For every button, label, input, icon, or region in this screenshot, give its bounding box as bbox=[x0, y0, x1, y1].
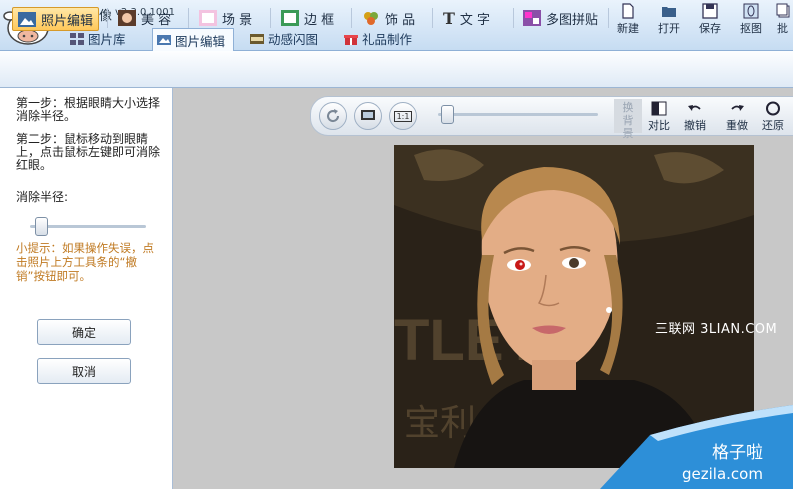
accessory-icon bbox=[364, 12, 378, 25]
undo-label: 撤销 bbox=[684, 119, 706, 132]
redo-icon bbox=[731, 105, 744, 111]
restore-icon bbox=[766, 101, 780, 116]
toolbar-item-label: 美 容 bbox=[141, 12, 172, 28]
save-label: 保存 bbox=[699, 22, 721, 35]
batch-icon bbox=[776, 3, 789, 18]
redo-button[interactable]: 重做 bbox=[717, 101, 757, 133]
toolbar-divider bbox=[608, 8, 609, 28]
toolbar-photo-edit[interactable]: 照片编辑 bbox=[12, 7, 100, 31]
tab-gift[interactable]: 礼品制作 bbox=[340, 28, 420, 49]
toolbar-beauty[interactable]: 美 容 bbox=[113, 7, 176, 29]
toolbar-divider bbox=[270, 8, 271, 28]
radius-slider-thumb[interactable] bbox=[35, 217, 49, 236]
save-icon bbox=[702, 3, 718, 19]
toolbar-scene[interactable]: 场 景 bbox=[194, 7, 257, 29]
tab-label: 图片库 bbox=[88, 32, 126, 47]
batch-button[interactable]: 批 bbox=[772, 3, 793, 36]
toolbar-item-label: 边 框 bbox=[304, 12, 335, 28]
fit-screen-button[interactable] bbox=[354, 102, 382, 130]
radius-slider[interactable] bbox=[30, 217, 146, 236]
compare-label: 对比 bbox=[648, 119, 670, 132]
swap-bg-label: 换背景 bbox=[622, 101, 634, 140]
collage-icon bbox=[523, 10, 541, 26]
restore-button[interactable]: 还原 bbox=[759, 101, 787, 133]
undo-button[interactable]: 撤销 bbox=[675, 101, 715, 133]
toolbar-item-label: 多图拼贴 bbox=[546, 12, 599, 28]
hint-text: 小提示：如果操作失误，点击照片上方工具条的“撤销”按钮即可。 bbox=[16, 241, 154, 283]
restore-label: 还原 bbox=[762, 119, 784, 132]
batch-label: 批 bbox=[777, 22, 788, 35]
library-icon bbox=[70, 32, 84, 45]
tab-label: 动感闪图 bbox=[268, 32, 319, 47]
gift-icon bbox=[344, 34, 358, 45]
open-label: 打开 bbox=[658, 22, 680, 35]
toolbar-item-label: 场 景 bbox=[222, 12, 253, 28]
photo-icon bbox=[18, 11, 36, 27]
undo-icon bbox=[688, 105, 701, 111]
toolbar-item-label: 文 字 bbox=[459, 12, 491, 28]
new-label: 新建 bbox=[617, 22, 639, 35]
badge-url: gezila.com bbox=[682, 465, 763, 483]
toolbar-item-label: 照片编辑 bbox=[41, 13, 94, 29]
badge-title: 格子啦 bbox=[712, 443, 763, 463]
toolbar-text[interactable]: T 文 字 bbox=[438, 7, 495, 29]
toolbar-accessory[interactable]: 饰 品 bbox=[357, 7, 420, 29]
monitor-icon bbox=[361, 110, 375, 120]
film-icon bbox=[250, 33, 264, 44]
edit-icon bbox=[157, 35, 171, 45]
zoom-slider-track bbox=[438, 113, 598, 116]
cutout-icon bbox=[743, 3, 759, 19]
text-icon: T bbox=[443, 8, 455, 28]
edit-toolbar bbox=[0, 51, 793, 88]
rotate-button[interactable] bbox=[319, 102, 347, 130]
actual-size-button[interactable]: 1:1 bbox=[389, 102, 417, 130]
cancel-button[interactable]: 取消 bbox=[37, 358, 131, 384]
toolbar-divider bbox=[432, 8, 433, 28]
compare-button[interactable]: 对比 bbox=[645, 101, 673, 133]
scene-icon bbox=[199, 10, 217, 26]
open-folder-icon bbox=[662, 7, 676, 17]
new-button[interactable]: 新建 bbox=[613, 3, 643, 36]
zoom-slider-thumb[interactable] bbox=[440, 105, 454, 124]
swap-bg-button[interactable]: 换背景 bbox=[614, 99, 642, 140]
step-two-text: 第二步：鼠标移动到眼睛上，点击鼠标左键即可消除红眼。 bbox=[16, 132, 161, 172]
toolbar-divider bbox=[188, 8, 189, 28]
toolbar-item-label: 饰 品 bbox=[385, 12, 416, 28]
cutout-button[interactable]: 抠图 bbox=[736, 3, 766, 36]
actual-size-label: 1:1 bbox=[393, 110, 413, 122]
tab-label: 图片编辑 bbox=[175, 33, 226, 49]
tab-library[interactable]: 图片库 bbox=[66, 28, 134, 49]
compare-icon bbox=[651, 101, 667, 116]
toolbar-divider bbox=[107, 8, 108, 28]
redo-label: 重做 bbox=[726, 119, 748, 132]
rotate-icon bbox=[327, 109, 340, 123]
new-file-icon bbox=[622, 3, 634, 19]
tab-image-edit[interactable]: 图片编辑 bbox=[152, 28, 235, 51]
tab-animated[interactable]: 动感闪图 bbox=[246, 28, 326, 49]
save-button[interactable]: 保存 bbox=[695, 3, 725, 36]
photo-watermark: 三联网 3LIAN.COM bbox=[655, 322, 778, 337]
frame-icon bbox=[281, 10, 299, 26]
toolbar-divider bbox=[351, 8, 352, 28]
zoom-slider[interactable] bbox=[438, 105, 598, 124]
step-one-text: 第一步：根据眼睛大小选择消除半径。 bbox=[16, 96, 161, 123]
toolbar-divider bbox=[513, 8, 514, 28]
confirm-button[interactable]: 确定 bbox=[37, 319, 131, 345]
toolbar-collage[interactable]: 多图拼贴 bbox=[518, 7, 603, 29]
face-icon bbox=[118, 10, 136, 26]
open-button[interactable]: 打开 bbox=[654, 3, 684, 36]
radius-label: 消除半径: bbox=[16, 190, 69, 204]
toolbar-frame[interactable]: 边 框 bbox=[276, 7, 339, 29]
cutout-label: 抠图 bbox=[740, 22, 762, 35]
tab-label: 礼品制作 bbox=[362, 32, 413, 47]
